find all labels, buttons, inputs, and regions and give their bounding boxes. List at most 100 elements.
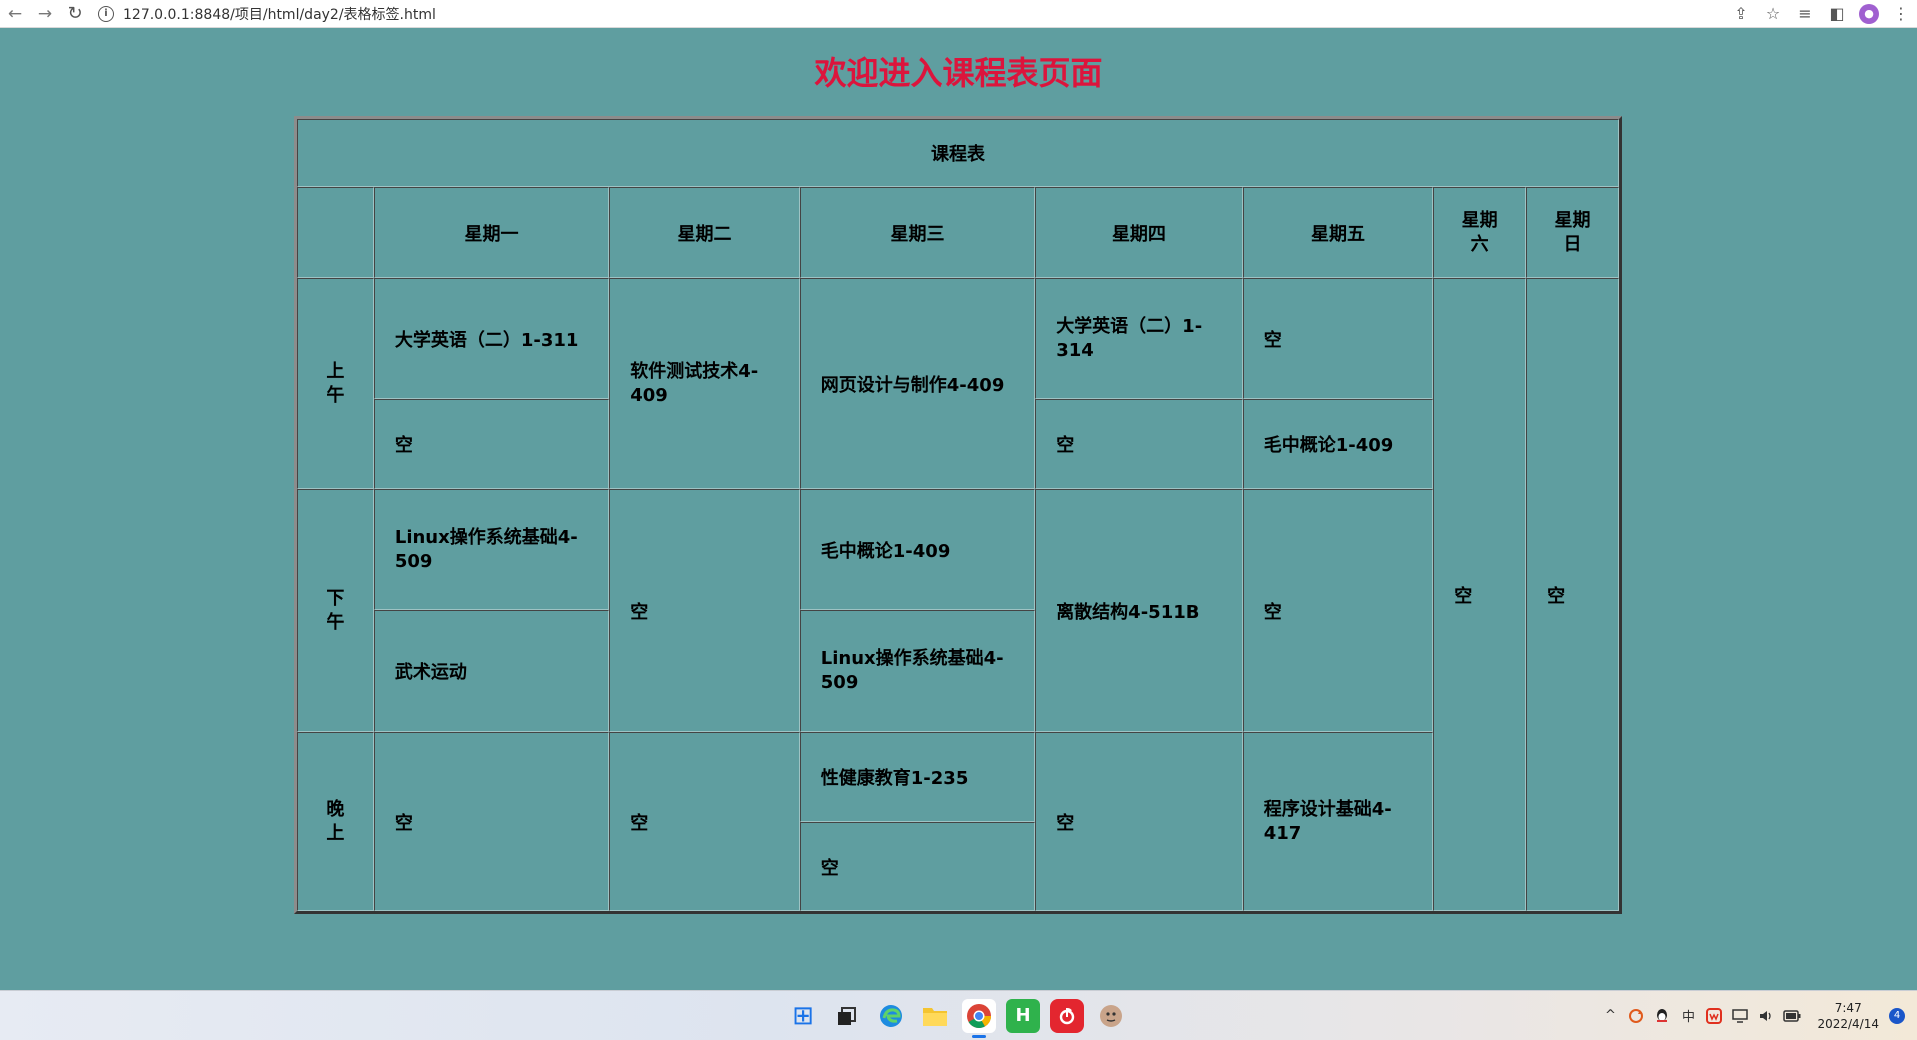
clock-time: 7:47 <box>1834 1000 1862 1015</box>
task-view-glyph <box>838 1006 856 1025</box>
network-icon[interactable] <box>1727 991 1753 1040</box>
wed-pm-line-2: 509 <box>820 672 859 693</box>
cell-mon-eve: 空 <box>373 732 610 911</box>
music-glyph <box>1059 1007 1075 1024</box>
back-arrow-icon: ← <box>7 3 23 24</box>
volume-icon[interactable] <box>1753 991 1779 1040</box>
day-header-tue: 星期二 <box>609 187 800 278</box>
task-view-icon[interactable] <box>830 999 864 1033</box>
share-icon[interactable]: ⇪ <box>1725 0 1757 27</box>
toolbar-right: ⇪ ☆ ≡ ◧ ● ⋮ <box>1725 0 1917 27</box>
page-title: 欢迎进入课程表页面 <box>814 54 1103 92</box>
cell-thu-am-2: 空 <box>1035 399 1243 489</box>
folder-glyph <box>923 1007 947 1026</box>
cell-fri-am-2: 毛中概论1-409 <box>1242 399 1434 489</box>
site-info-icon[interactable]: i <box>98 5 114 22</box>
notification-badge[interactable]: 4 <box>1889 1007 1905 1024</box>
share-glyph: ⇪ <box>1734 4 1748 23</box>
tray-chevron-icon[interactable]: ^ <box>1597 991 1623 1040</box>
start-glyph: ⊞ <box>792 1000 814 1031</box>
sync-icon[interactable] <box>1623 991 1649 1040</box>
sun-line-1: 星期 <box>1554 209 1591 231</box>
mon-pm-line-1: Linux操作系统基础4- <box>394 526 578 548</box>
day-header-thu: 星期四 <box>1035 187 1243 278</box>
chrome-glyph <box>967 1003 991 1028</box>
star-icon[interactable]: ☆ <box>1757 0 1789 27</box>
forward-button[interactable]: → <box>30 0 60 27</box>
taskbar-apps: ⊞ H <box>786 991 1128 1040</box>
afternoon-line-2: 午 <box>326 611 345 633</box>
avatar-icon: ● <box>1859 3 1879 24</box>
evening-line-2: 上 <box>326 822 345 844</box>
sat-line-2: 六 <box>1470 233 1489 255</box>
cell-thu-pm: 离散结构4-511B <box>1035 489 1243 732</box>
fri-eve-line-1: 程序设计基础4- <box>1263 798 1392 820</box>
cell-tue-am: 软件测试技术4- 409 <box>609 278 800 489</box>
cell-mon-pm-2: 武术运动 <box>373 610 610 732</box>
wps-icon[interactable] <box>1701 991 1727 1040</box>
profile-avatar[interactable]: ● <box>1853 0 1885 27</box>
cell-fri-eve: 程序设计基础4- 417 <box>1242 732 1434 911</box>
sidebar-icon[interactable]: ◧ <box>1821 0 1853 27</box>
forward-arrow-icon: → <box>37 3 53 24</box>
clock[interactable]: 7:47 2022/4/14 <box>1817 1000 1879 1032</box>
schedule-table: 课程表 星期一 星期二 星期三 星期四 星期五 星期六 星期日 上午 大学英语（… <box>294 116 1622 914</box>
taskbar: ⊞ H ^ 中 7:47 2022/4/14 4 <box>0 990 1917 1040</box>
clock-date: 2022/4/14 <box>1817 1016 1879 1031</box>
user-app-icon[interactable] <box>1094 999 1128 1033</box>
cell-sun: 空 <box>1526 278 1619 911</box>
chrome-icon[interactable] <box>962 998 996 1038</box>
sun-line-2: 日 <box>1563 233 1582 255</box>
start-icon[interactable]: ⊞ <box>786 999 820 1033</box>
day-header-sun: 星期日 <box>1526 187 1619 278</box>
tray-chevron-glyph: ^ <box>1605 1008 1616 1023</box>
mon-pm-line-2: 509 <box>394 550 433 572</box>
cell-wed-eve-1: 性健康教育1-235 <box>799 732 1036 822</box>
day-header-sat: 星期六 <box>1433 187 1527 278</box>
cell-tue-eve: 空 <box>609 732 800 911</box>
qq-glyph <box>1657 1008 1668 1022</box>
sync-glyph <box>1629 1008 1644 1023</box>
wps-glyph <box>1706 1007 1723 1024</box>
hbuilder-icon[interactable]: H <box>1006 998 1040 1033</box>
table-caption: 课程表 <box>297 119 1619 187</box>
system-tray: ^ 中 7:47 2022/4/14 4 <box>1597 991 1917 1040</box>
reading-list-icon[interactable]: ≡ <box>1789 0 1821 27</box>
cell-thu-eve: 空 <box>1035 732 1243 911</box>
ime-indicator[interactable]: 中 <box>1675 991 1701 1040</box>
netease-music-icon[interactable] <box>1050 998 1084 1033</box>
reading-list-glyph: ≡ <box>1798 4 1812 23</box>
hbuilder-glyph: H <box>1015 1005 1031 1026</box>
tue-am-line-2: 409 <box>630 384 668 406</box>
menu-icon[interactable]: ⋮ <box>1885 0 1917 27</box>
volume-glyph <box>1760 1010 1772 1021</box>
cell-wed-pm-1: 毛中概论1-409 <box>799 489 1036 610</box>
cell-wed-pm-2: Linux操作系统基础4- 509 <box>799 610 1036 732</box>
morning-line-1: 上 <box>326 360 345 382</box>
period-evening: 晚上 <box>297 732 374 911</box>
back-button[interactable]: ← <box>0 0 30 27</box>
browser-toolbar: ← → ↻ i 127.0.0.1:8848/项目/html/day2/表格标签… <box>0 0 1917 28</box>
day-header-fri: 星期五 <box>1242 187 1434 278</box>
cell-tue-pm: 空 <box>609 489 800 732</box>
edge-icon[interactable] <box>874 999 908 1033</box>
battery-icon[interactable] <box>1779 991 1805 1040</box>
file-explorer-icon[interactable] <box>918 999 952 1033</box>
thu-am-line-1: 大学英语（二）1- <box>1056 315 1203 337</box>
qq-icon[interactable] <box>1649 991 1675 1040</box>
reload-button[interactable]: ↻ <box>60 0 90 27</box>
cell-mon-pm-1: Linux操作系统基础4- 509 <box>373 489 610 610</box>
thu-am-line-2: 314 <box>1056 339 1094 361</box>
cell-mon-am-1: 大学英语（二）1-311 <box>373 278 610 399</box>
url-text[interactable]: 127.0.0.1:8848/项目/html/day2/表格标签.html <box>123 4 436 24</box>
period-afternoon: 下午 <box>297 489 374 732</box>
address-bar[interactable]: i 127.0.0.1:8848/项目/html/day2/表格标签.html <box>98 0 436 27</box>
wed-pm-line-1: Linux操作系统基础4- <box>820 648 1004 669</box>
ime-text: 中 <box>1681 1010 1695 1025</box>
cell-wed-am: 网页设计与制作4-409 <box>799 278 1036 489</box>
star-glyph: ☆ <box>1765 4 1781 23</box>
cell-thu-am-1: 大学英语（二）1- 314 <box>1035 278 1243 399</box>
afternoon-line-1: 下 <box>326 587 345 609</box>
cell-sat: 空 <box>1433 278 1527 911</box>
cell-wed-eve-2: 空 <box>799 822 1036 911</box>
